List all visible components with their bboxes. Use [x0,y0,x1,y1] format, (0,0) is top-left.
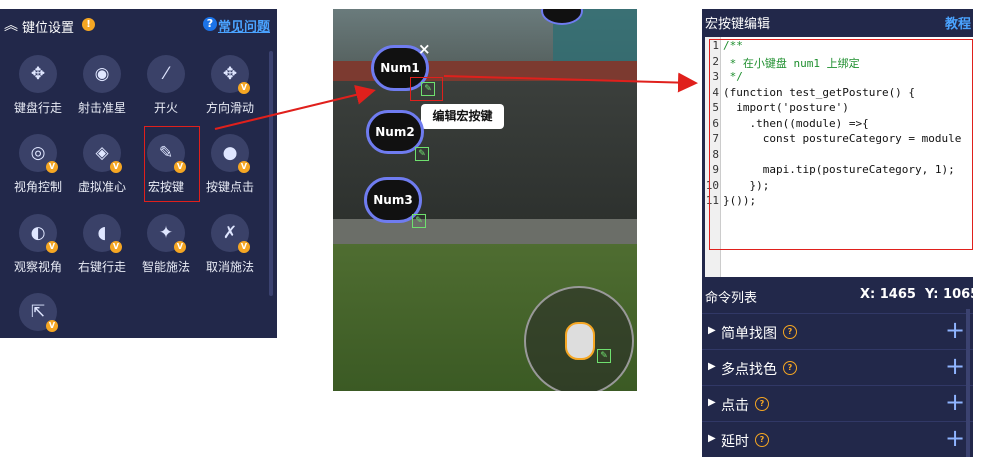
add-command-icon[interactable]: + [945,318,965,342]
vip-badge-icon: V [46,161,58,173]
code-editor[interactable]: 1 2 3 4 5 6 7 8 9 10 11 /** * 在小键盘 num1 上绑定 */(fun… [705,37,973,277]
code-highlight-box [709,39,973,250]
command-list-header: 命令列表 X: 1465 Y: 1065 [702,284,973,308]
vip-badge-icon: V [174,241,186,253]
key-settings-header: ︽ 键位设置 ! ? 常见问题 [0,9,277,41]
tool-click-dot[interactable]: ● V 按键点击 [200,130,260,202]
expand-triangle-icon[interactable]: ▶ [708,397,716,408]
edit-macro-icon[interactable]: ✎ [421,82,435,96]
coordinate-readout: X: 1465 Y: 1065 [860,287,973,302]
tool-virtual-crosshair[interactable]: ◈ V 虚拟准心 [72,130,132,202]
panel-scrollbar[interactable] [269,51,273,296]
mouse-icon [565,322,595,360]
macro-editor-title: 宏按键编辑 [705,17,771,32]
add-command-icon[interactable]: + [945,390,965,414]
add-command-icon[interactable]: + [945,354,965,378]
dpad-icon: ✥ [19,55,57,93]
collapse-chevron-icon[interactable]: ︽ [4,15,18,35]
command-item[interactable]: ▶ 简单找图? + [702,313,973,350]
macro-editor-panel: 宏按键编辑 教程 1 2 3 4 5 6 7 8 9 10 11 /** * 在小键盘 num1 上… [702,9,973,457]
vip-badge-icon: V [110,241,122,253]
expand-triangle-icon[interactable]: ▶ [708,361,716,372]
info-icon[interactable]: ! [82,18,95,31]
tool-observe-eye[interactable]: ◐ V 观察视角 [8,210,68,282]
bullet-icon: ⁄ [147,55,185,93]
expand-triangle-icon[interactable]: ▶ [708,433,716,444]
help-icon[interactable]: ? [783,361,797,375]
vip-badge-icon: V [238,241,250,253]
macro-key-highlight-box [144,126,200,202]
help-icon[interactable]: ? [755,433,769,447]
key-settings-title: 键位设置 [22,21,75,36]
command-label: 延时 [721,434,749,450]
command-list-title: 命令列表 [705,291,758,306]
command-item[interactable]: ▶ 多点找色? + [702,349,973,386]
tool-label: 方向滑动 [205,101,254,115]
edit-macro-icon[interactable]: ✎ [412,214,426,228]
key-settings-panel: ︽ 键位设置 ! ? 常见问题 ✥ 键盘行走 ◉ 射击准星 ⁄ 开火 ✥ V 方向滑动 ◎ V 视角控… [0,9,277,338]
coord-x-value: 1465 [879,287,916,302]
tutorial-link[interactable]: 教程 [945,13,971,32]
help-question-icon[interactable]: ? [203,17,217,31]
command-label: 简单找图 [721,326,777,342]
tool-label: 取消施法 [205,260,254,274]
vip-badge-icon: V [238,161,250,173]
command-list-scrollbar[interactable] [966,309,970,457]
tool-eye-view[interactable]: ◎ V 视角控制 [8,130,68,202]
tool-dpad[interactable]: ✥ 键盘行走 [8,51,68,123]
help-icon[interactable]: ? [783,325,797,339]
tool-crosshair[interactable]: ◉ 射击准星 [72,51,132,123]
edit-macro-icon[interactable]: ✎ [597,349,611,363]
help-icon[interactable]: ? [755,397,769,411]
vip-badge-icon: V [46,320,58,332]
command-label: 点击 [721,398,749,414]
vip-badge-icon: V [46,241,58,253]
tool-export[interactable]: ⇱ V [8,289,68,338]
tool-label: 按键点击 [205,180,254,194]
vip-badge-icon: V [238,82,250,94]
coord-y-value: 1065 [943,287,973,302]
command-item[interactable]: ▶ 延时? + [702,421,973,457]
expand-triangle-icon[interactable]: ▶ [708,325,716,336]
game-view: Num1 × ✎ 编辑宏按键 Num2 ✎ Num3 ✎ ✎ [333,9,637,391]
tool-right-mouse[interactable]: ◖ V 右键行走 [72,210,132,282]
vip-badge-icon: V [110,161,122,173]
command-label: 多点找色 [721,362,777,378]
macro-editor-header: 宏按键编辑 教程 [702,9,973,37]
coord-x-label: X: [860,287,876,302]
add-command-icon[interactable]: + [945,426,965,450]
edit-macro-tooltip: 编辑宏按键 [421,104,504,129]
edit-macro-icon[interactable]: ✎ [415,147,429,161]
crosshair-icon: ◉ [83,55,121,93]
tool-bullet[interactable]: ⁄ 开火 [136,51,196,123]
command-item[interactable]: ▶ 点击? + [702,385,973,422]
faq-link[interactable]: 常见问题 [218,16,270,35]
close-icon[interactable]: × [418,40,431,58]
tool-magic-wand[interactable]: ✦ V 智能施法 [136,210,196,282]
tool-swipe[interactable]: ✥ V 方向滑动 [200,51,260,123]
coord-y-label: Y: [925,287,939,302]
tool-cancel-cast[interactable]: ✗ V 取消施法 [200,210,260,282]
